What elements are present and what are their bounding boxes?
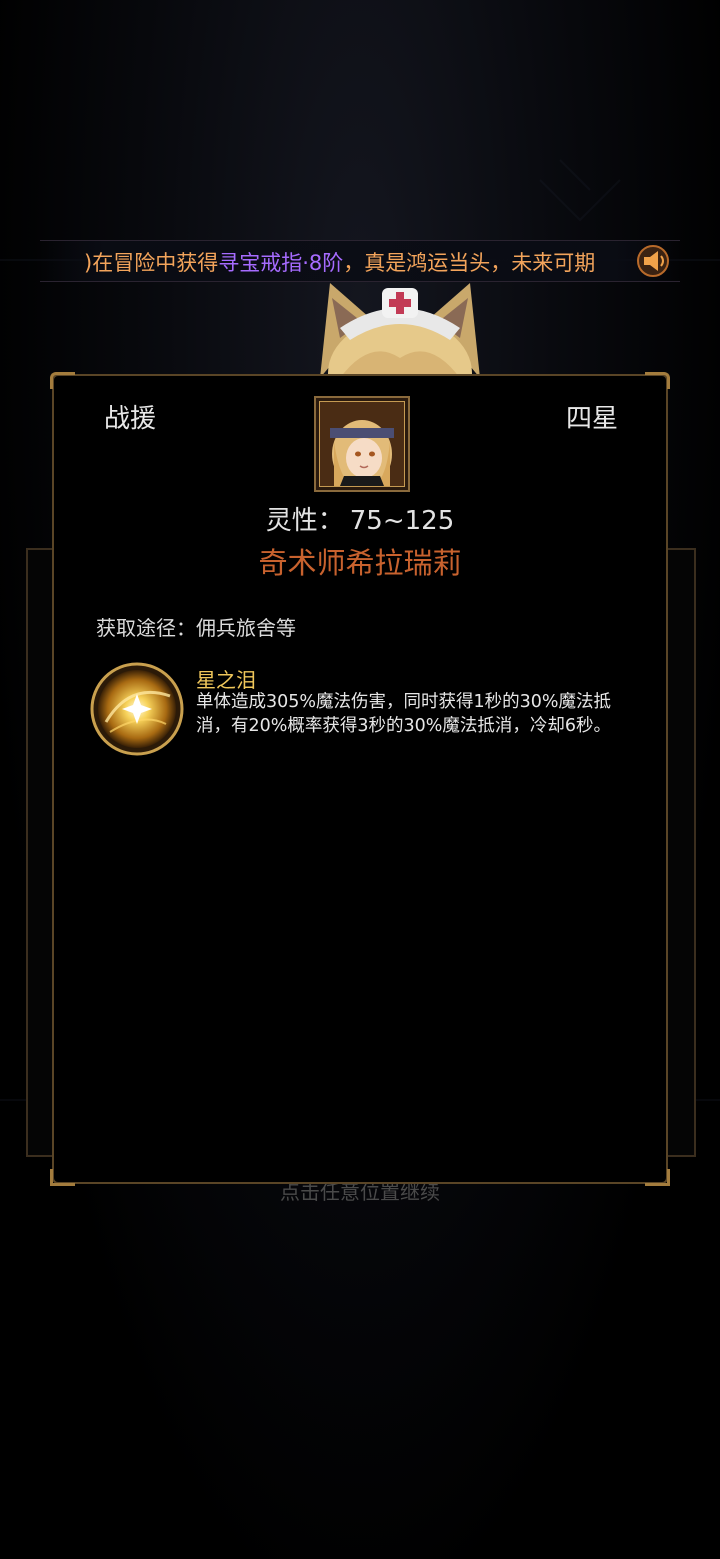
speaker-icon[interactable]	[636, 244, 670, 278]
announcement-marquee[interactable]: )在冒险中获得寻宝戒指·8阶，真是鸿运当头，未来可期	[40, 240, 680, 282]
frame-corner	[50, 372, 75, 389]
background-panel-right	[666, 548, 696, 1157]
stat-label: 灵性：	[265, 506, 344, 536]
character-name: 奇术师希拉瑞莉	[258, 546, 462, 580]
source-value: 佣兵旅舍等	[196, 616, 296, 640]
frame-corner	[50, 1169, 75, 1186]
type-label: 战援	[104, 404, 157, 434]
frame-corner	[645, 1169, 670, 1186]
character-info-dialog: 战援 四星 灵性： 75~125 奇术师希拉瑞莉 获取途径：佣兵旅舍等 星之泪 …	[50, 372, 670, 1186]
skill-name: 星之泪	[196, 668, 256, 692]
skill-icon[interactable]	[90, 662, 184, 756]
announcement-suffix: ，真是鸿运当头，未来可期	[343, 251, 596, 275]
stat-value: 75~125	[349, 506, 455, 536]
portrait-image	[320, 402, 404, 486]
announcement-prefix: )在冒险中获得	[84, 251, 219, 275]
character-portrait	[314, 396, 410, 492]
announcement-text: )在冒险中获得寻宝戒指·8阶，真是鸿运当头，未来可期	[84, 247, 595, 277]
acquire-source: 获取途径：佣兵旅舍等	[96, 612, 296, 641]
source-label: 获取途径：	[96, 616, 196, 640]
announcement-item: 寻宝戒指·8阶	[218, 251, 344, 275]
character-art	[320, 283, 480, 378]
star-rank-label: 四星	[565, 404, 618, 434]
frame-corner	[645, 372, 670, 389]
game-screen[interactable]: 点击任意位置继续 )在冒险中获得寻宝戒指·8阶，真是鸿运当头，未来可期 战援 四…	[0, 0, 720, 1559]
skill-description: 单体造成305%魔法伤害，同时获得1秒的30%魔法抵消，有20%概率获得3秒的3…	[196, 692, 612, 736]
spirituality-stat: 灵性： 75~125	[54, 500, 666, 537]
